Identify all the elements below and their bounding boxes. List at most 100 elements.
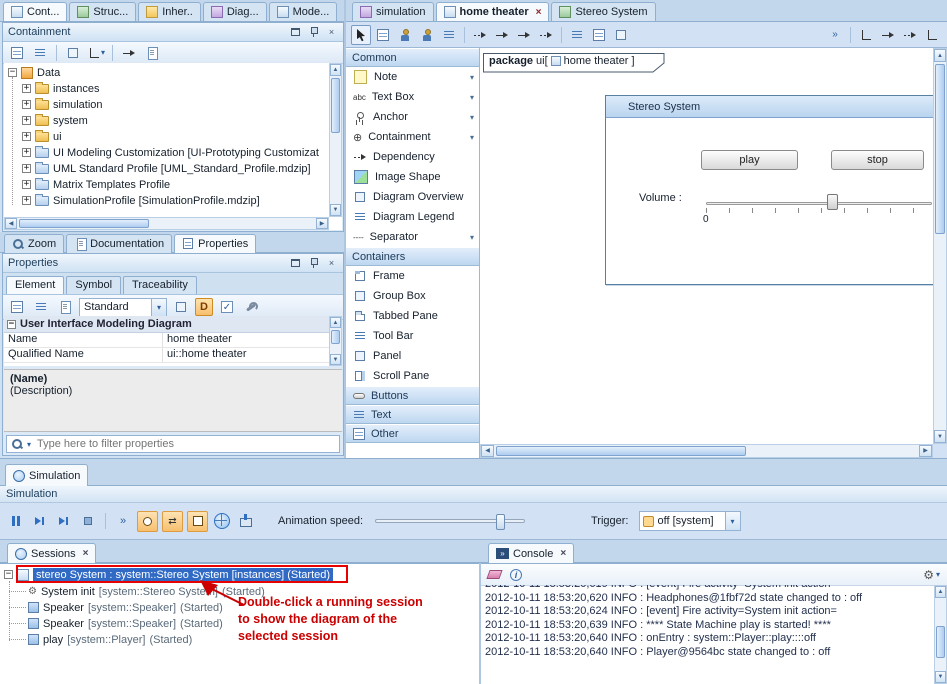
palette-item-panel[interactable]: Panel bbox=[346, 346, 479, 366]
scroll-up-button[interactable]: ▲ bbox=[934, 49, 946, 62]
tree-item-simulation[interactable]: +simulation bbox=[22, 97, 103, 112]
close-icon[interactable]: × bbox=[325, 26, 338, 39]
scroll-thumb[interactable] bbox=[331, 330, 340, 344]
info-icon[interactable]: i bbox=[510, 569, 522, 581]
palette-item-tool-bar[interactable]: Tool Bar bbox=[346, 326, 479, 346]
path-style-button[interactable] bbox=[922, 25, 942, 45]
scroll-thumb[interactable] bbox=[936, 626, 945, 658]
scroll-up-button[interactable]: ▲ bbox=[330, 317, 341, 328]
scroll-left-button[interactable]: ◀ bbox=[5, 218, 17, 229]
scroll-right-button[interactable]: ▶ bbox=[316, 218, 328, 229]
scroll-down-button[interactable]: ▼ bbox=[935, 671, 946, 683]
export-button[interactable] bbox=[236, 511, 256, 531]
palette-item-text-box[interactable]: abcText Box▾ bbox=[346, 87, 479, 107]
tab-diagram-home-theater[interactable]: home theater× bbox=[436, 2, 550, 21]
tree-mode-icon[interactable] bbox=[63, 43, 83, 63]
palette-group-other[interactable]: Other bbox=[346, 424, 479, 443]
tab-structure[interactable]: Struc... bbox=[69, 2, 136, 21]
step-into-button[interactable] bbox=[30, 511, 50, 531]
palette-group-containers[interactable]: Containers bbox=[346, 247, 479, 266]
scroll-down-button[interactable]: ▼ bbox=[330, 354, 341, 365]
pin-icon[interactable] bbox=[307, 26, 320, 39]
clipboard-icon[interactable] bbox=[142, 43, 162, 63]
default-value-button[interactable]: D bbox=[195, 298, 213, 316]
palette-item-diagram-overview[interactable]: Diagram Overview bbox=[346, 187, 479, 207]
expand-toggle-icon[interactable]: + bbox=[22, 180, 31, 189]
tree-item-ui-modeling-customization[interactable]: +UI Modeling Customization [UI-Prototypi… bbox=[22, 145, 319, 160]
grid-button[interactable] bbox=[589, 25, 609, 45]
collapse-toggle-icon[interactable]: − bbox=[4, 570, 13, 579]
animate-toggle-button[interactable] bbox=[137, 511, 158, 532]
palette-item-frame[interactable]: Frame bbox=[346, 266, 479, 286]
tree-item-simulation-profile[interactable]: +SimulationProfile [SimulationProfile.md… bbox=[22, 193, 260, 208]
tab-element[interactable]: Element bbox=[6, 276, 64, 294]
palette-item-image-shape[interactable]: Image Shape bbox=[346, 167, 479, 187]
scroll-thumb[interactable] bbox=[935, 64, 945, 234]
expand-toggle-icon[interactable]: + bbox=[22, 132, 31, 141]
console-log[interactable]: 2012-10-11 18:53:20,619 INFO : [event] F… bbox=[481, 585, 934, 684]
volume-slider-track[interactable] bbox=[706, 202, 932, 205]
tab-diagram-stereo-system[interactable]: Stereo System bbox=[551, 2, 655, 21]
palette-item-scroll-pane[interactable]: Scroll Pane bbox=[346, 366, 479, 386]
scroll-thumb[interactable] bbox=[331, 78, 340, 133]
table-button[interactable] bbox=[373, 25, 393, 45]
scroll-left-button[interactable]: ◀ bbox=[481, 445, 494, 457]
business-actor-button[interactable] bbox=[417, 25, 437, 45]
terminate-button[interactable] bbox=[78, 511, 98, 531]
dependency-button[interactable] bbox=[470, 25, 490, 45]
palette-item-group-box[interactable]: Group Box bbox=[346, 286, 479, 306]
collapse-all-icon[interactable] bbox=[7, 43, 27, 63]
expand-toggle-icon[interactable]: + bbox=[22, 196, 31, 205]
console-settings-button[interactable]: ⚙ ▾ bbox=[923, 569, 940, 581]
scroll-up-button[interactable]: ▲ bbox=[330, 64, 341, 76]
tab-properties[interactable]: Properties bbox=[174, 234, 256, 253]
chevron-down-icon[interactable]: ▾ bbox=[27, 440, 31, 449]
properties-scrollbar[interactable]: ▲ ▼ bbox=[329, 316, 342, 366]
tab-diagram-simulation[interactable]: simulation bbox=[352, 2, 434, 21]
show-options-icon[interactable] bbox=[30, 43, 50, 63]
expand-toggle-icon[interactable]: + bbox=[22, 100, 31, 109]
expand-toggle-icon[interactable]: + bbox=[22, 164, 31, 173]
canvas-vertical-scrollbar[interactable]: ▲ ▼ bbox=[933, 48, 947, 444]
form-view-icon[interactable] bbox=[55, 297, 75, 317]
tree-item-instances[interactable]: +instances bbox=[22, 81, 99, 96]
actor-button[interactable] bbox=[395, 25, 415, 45]
tab-containment[interactable]: Cont... bbox=[3, 2, 67, 21]
align-button[interactable] bbox=[567, 25, 587, 45]
palette-group-buttons[interactable]: Buttons bbox=[346, 386, 479, 405]
property-value[interactable]: ui::home theater bbox=[163, 348, 330, 362]
rectilinear-path-button[interactable] bbox=[856, 25, 876, 45]
properties-section-header[interactable]: − User Interface Modeling Diagram bbox=[4, 316, 330, 333]
palette-item-note[interactable]: Note▾ bbox=[346, 67, 479, 87]
animation-speed-slider[interactable] bbox=[375, 519, 525, 523]
tree-item-ui[interactable]: +ui bbox=[22, 129, 62, 144]
chevron-down-icon[interactable]: ▾ bbox=[725, 512, 740, 530]
palette-item-separator[interactable]: ----Separator▾ bbox=[346, 227, 479, 247]
association-button[interactable] bbox=[492, 25, 512, 45]
animation-speed-thumb[interactable] bbox=[496, 514, 505, 530]
package-frame-label[interactable]: package ui[ home theater ] bbox=[483, 53, 665, 73]
display-mode-combo[interactable]: Standard ▾ bbox=[79, 298, 167, 317]
tree-horizontal-scrollbar[interactable]: ◀ ▶ bbox=[4, 217, 329, 230]
palette-group-text[interactable]: Text bbox=[346, 405, 479, 424]
state-button[interactable] bbox=[439, 25, 459, 45]
generalization-button[interactable] bbox=[514, 25, 534, 45]
tab-symbol[interactable]: Symbol bbox=[66, 276, 121, 294]
tree-item-system[interactable]: +system bbox=[22, 113, 88, 128]
palette-group-common[interactable]: Common bbox=[346, 48, 479, 67]
tab-simulation[interactable]: Simulation bbox=[5, 464, 88, 487]
more-commands-button[interactable]: » bbox=[113, 511, 133, 531]
step-over-button[interactable] bbox=[54, 511, 74, 531]
sort-alphabetically-icon[interactable] bbox=[31, 297, 51, 317]
palette-item-diagram-legend[interactable]: Diagram Legend bbox=[346, 207, 479, 227]
tree-vertical-scrollbar[interactable]: ▲ ▼ bbox=[329, 63, 342, 217]
link-icon[interactable] bbox=[119, 43, 139, 63]
session-root-row[interactable]: − stereo System : system::Stereo System … bbox=[4, 567, 333, 582]
collapse-toggle-icon[interactable]: − bbox=[7, 320, 16, 329]
stop-button[interactable]: stop bbox=[831, 150, 924, 170]
canvas-horizontal-scrollbar[interactable]: ◀ ▶ bbox=[480, 444, 933, 458]
customize-wrench-icon[interactable] bbox=[241, 297, 261, 317]
expand-toggle-icon[interactable]: + bbox=[22, 84, 31, 93]
stereo-system-frame[interactable]: Stereo System play stop Volume : 0 bbox=[605, 95, 933, 285]
palette-item-containment[interactable]: ⊕Containment▾ bbox=[346, 127, 479, 147]
